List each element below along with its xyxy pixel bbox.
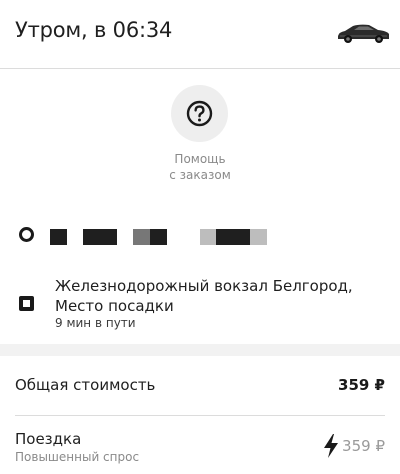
travel-time: 9 мин в пути [55,316,136,330]
car-icon [338,24,389,43]
page-title: Утром, в 06:34 [15,18,173,42]
trip-price: 359 ₽ [342,437,385,455]
destination-name[interactable]: Железнодорожный вокзал Белгород, Место п… [55,276,390,316]
section-divider [0,344,400,356]
trip-label: Поездка [15,430,82,448]
total-cost-value: 359 ₽ [338,376,385,394]
total-cost-label: Общая стоимость [15,376,156,394]
surge-label: Повышенный спрос [15,450,140,464]
header: Утром, в 06:34 [0,0,400,69]
question-icon [186,100,213,127]
route-end-marker [19,296,34,311]
route-start-marker [19,227,34,242]
divider-line [15,415,385,416]
lightning-icon [324,434,338,458]
help-button[interactable] [171,85,228,142]
help-section: Помощь с заказом [0,69,400,197]
help-label: Помощь с заказом [169,152,231,182]
